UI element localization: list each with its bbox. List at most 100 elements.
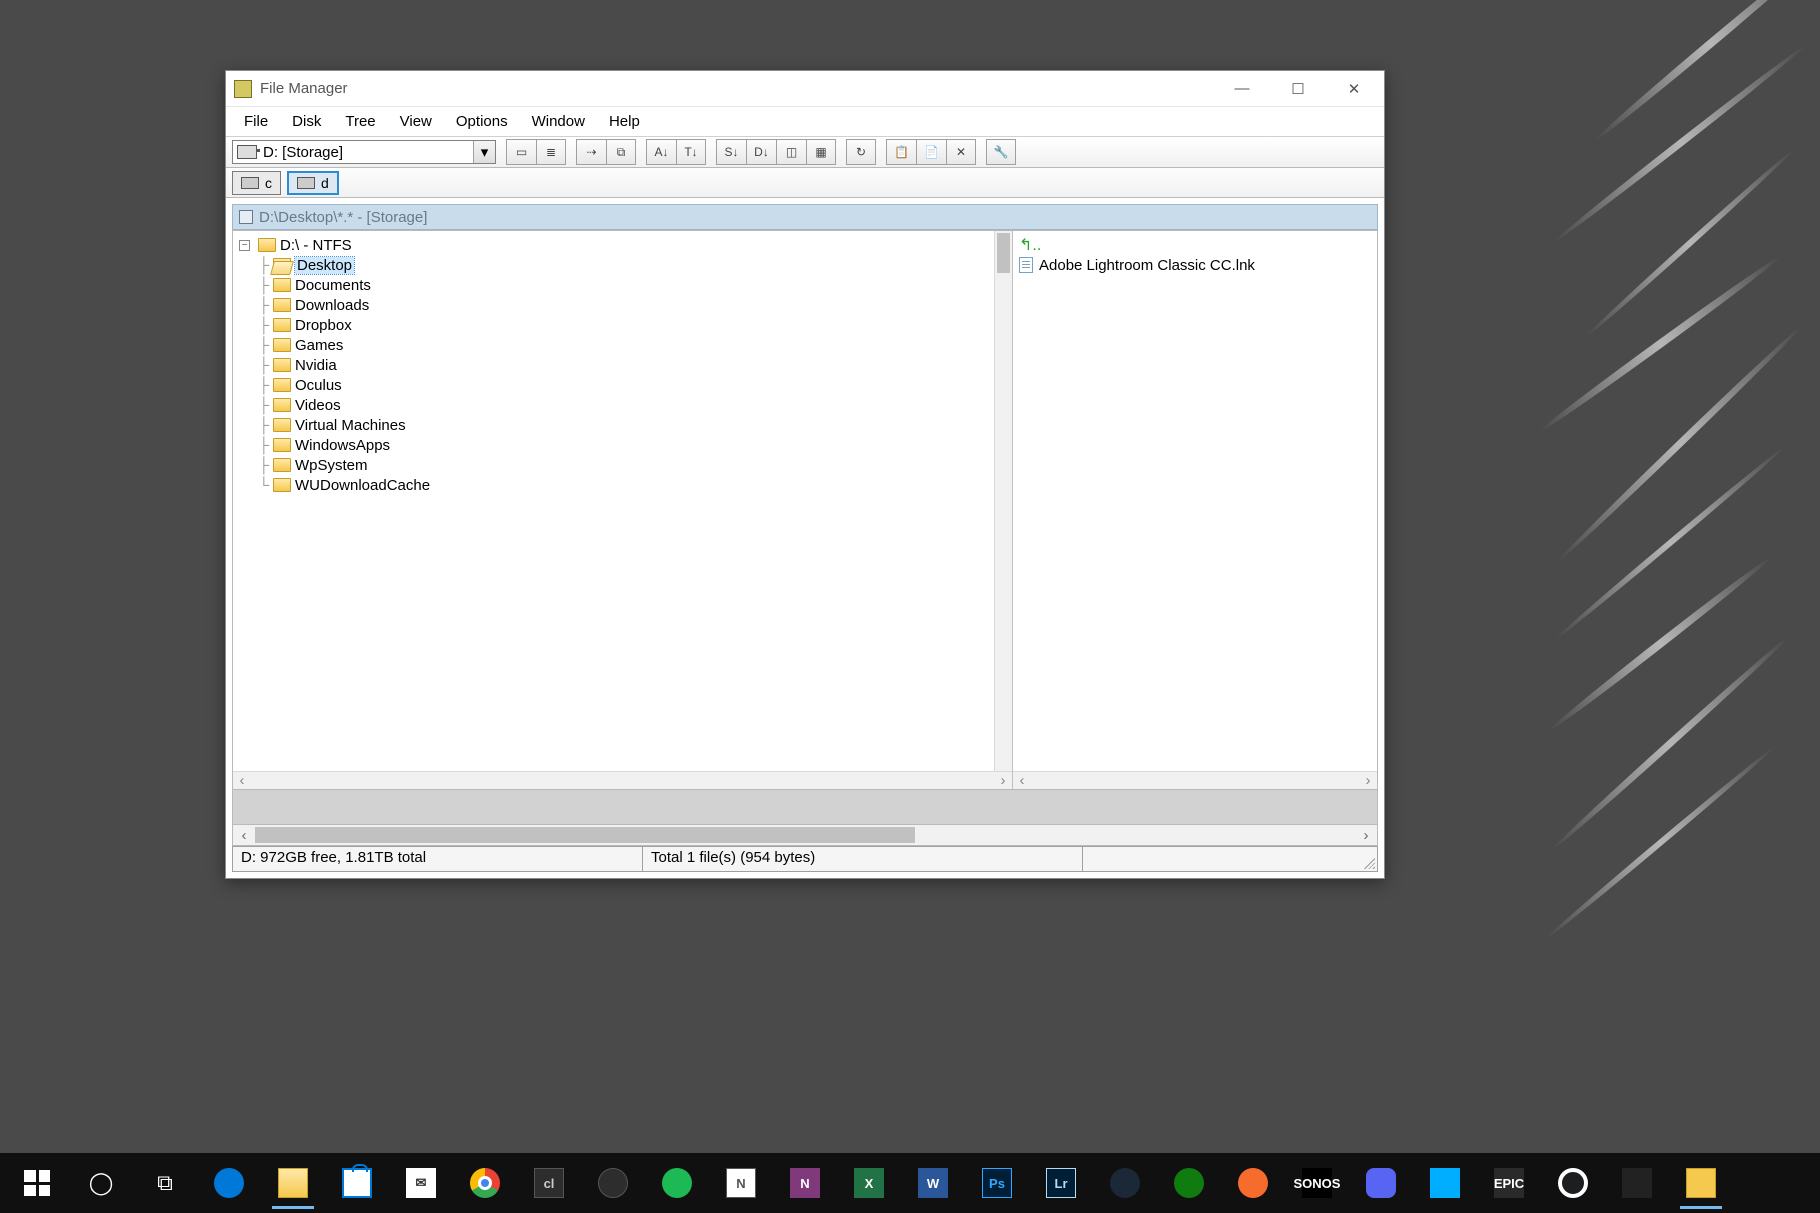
- taskbar-edge[interactable]: [198, 1155, 260, 1211]
- drive-icon: [237, 145, 257, 159]
- mdi-title-text: D:\Desktop\*.* - [Storage]: [259, 209, 427, 226]
- tree-scrollbar-vertical[interactable]: [994, 231, 1012, 771]
- collapse-icon[interactable]: −: [239, 240, 250, 251]
- tb-refresh[interactable]: ↻: [846, 139, 876, 165]
- taskbar-mail[interactable]: ✉: [390, 1155, 452, 1211]
- menu-view[interactable]: View: [390, 111, 442, 132]
- tb-details-view[interactable]: ≣: [536, 139, 566, 165]
- tree-item-oculus[interactable]: ├Oculus: [239, 375, 1008, 395]
- menu-disk[interactable]: Disk: [282, 111, 331, 132]
- tree-root[interactable]: − D:\ - NTFS: [239, 235, 1008, 255]
- tb-paste-clip[interactable]: 📄: [916, 139, 946, 165]
- tb-copy-clip[interactable]: 📋: [886, 139, 916, 165]
- folder-icon: [273, 438, 291, 452]
- main-scrollbar-horizontal[interactable]: ‹ ›: [232, 824, 1378, 846]
- tree-item-documents[interactable]: ├Documents: [239, 275, 1008, 295]
- file-up-directory[interactable]: ↰..: [1019, 235, 1371, 255]
- scroll-left-icon[interactable]: ‹: [233, 825, 255, 845]
- start-button[interactable]: [6, 1155, 68, 1211]
- taskbar-sonos[interactable]: SONOS: [1286, 1155, 1348, 1211]
- taskbar-onenote[interactable]: N: [774, 1155, 836, 1211]
- taskbar-origin[interactable]: [1222, 1155, 1284, 1211]
- taskbar-photoshop[interactable]: Ps: [966, 1155, 1028, 1211]
- file-scrollbar-horizontal[interactable]: ‹›: [1013, 771, 1377, 789]
- taskbar-steam[interactable]: [1094, 1155, 1156, 1211]
- tree-item-desktop[interactable]: ├ Desktop: [239, 255, 1008, 275]
- tb-copy[interactable]: ⧉: [606, 139, 636, 165]
- taskbar-epic[interactable]: EPIC: [1478, 1155, 1540, 1211]
- tree-item-wudownloadcache[interactable]: └WUDownloadCache: [239, 475, 1008, 495]
- taskbar-chrome[interactable]: [454, 1155, 516, 1211]
- taskbar-xbox[interactable]: [1158, 1155, 1220, 1211]
- tb-sort-name[interactable]: A↓: [646, 139, 676, 165]
- tree-item-wpsystem[interactable]: ├WpSystem: [239, 455, 1008, 475]
- tree-item-label: Nvidia: [295, 357, 337, 374]
- tree-scrollbar-horizontal[interactable]: ‹›: [233, 771, 1012, 789]
- minimize-button[interactable]: —: [1214, 71, 1270, 107]
- taskbar-word[interactable]: W: [902, 1155, 964, 1211]
- folder-icon: [258, 238, 276, 252]
- tree-item-windowsapps[interactable]: ├WindowsApps: [239, 435, 1008, 455]
- tb-delete[interactable]: ✕: [946, 139, 976, 165]
- tb-sort-type[interactable]: T↓: [676, 139, 706, 165]
- taskbar-oculus[interactable]: [1542, 1155, 1604, 1211]
- tree-item-games[interactable]: ├Games: [239, 335, 1008, 355]
- taskbar-n-app[interactable]: N: [710, 1155, 772, 1211]
- drive-icon: [297, 177, 315, 189]
- menu-window[interactable]: Window: [522, 111, 595, 132]
- menu-options[interactable]: Options: [446, 111, 518, 132]
- tree-item-nvidia[interactable]: ├Nvidia: [239, 355, 1008, 375]
- menu-help[interactable]: Help: [599, 111, 650, 132]
- cortana-button[interactable]: ◯: [70, 1155, 132, 1211]
- mdi-child-titlebar[interactable]: D:\Desktop\*.* - [Storage]: [232, 204, 1378, 230]
- tb-cascade[interactable]: ◫: [776, 139, 806, 165]
- task-view-button[interactable]: ⧉: [134, 1155, 196, 1211]
- folder-tree-pane[interactable]: − D:\ - NTFS ├ Desktop ├Documents ├Downl…: [233, 231, 1013, 789]
- resize-grip-icon[interactable]: [1361, 855, 1375, 869]
- file-item[interactable]: Adobe Lightroom Classic CC.lnk: [1019, 255, 1371, 275]
- maximize-button[interactable]: ☐: [1270, 71, 1326, 107]
- folder-open-icon: [273, 258, 291, 272]
- windows-taskbar: ◯ ⧉ ✉ cl N N X W Ps Lr SONOS EPIC: [0, 1153, 1820, 1213]
- folder-icon: [273, 278, 291, 292]
- tree-item-videos[interactable]: ├Videos: [239, 395, 1008, 415]
- close-button[interactable]: ✕: [1326, 71, 1382, 107]
- drive-tab-c[interactable]: c: [232, 171, 281, 195]
- titlebar[interactable]: File Manager — ☐ ✕: [226, 71, 1384, 107]
- status-empty: [1083, 847, 1377, 871]
- tb-properties[interactable]: 🔧: [986, 139, 1016, 165]
- tb-tile[interactable]: ▦: [806, 139, 836, 165]
- tb-sort-size[interactable]: S↓: [716, 139, 746, 165]
- taskbar-lightroom[interactable]: Lr: [1030, 1155, 1092, 1211]
- tb-new-window[interactable]: ▭: [506, 139, 536, 165]
- tree-item-label: Games: [295, 337, 343, 354]
- tree-item-dropbox[interactable]: ├Dropbox: [239, 315, 1008, 335]
- statusbar: D: 972GB free, 1.81TB total Total 1 file…: [232, 846, 1378, 872]
- taskbar-discord[interactable]: [1350, 1155, 1412, 1211]
- taskbar-file-manager[interactable]: [1670, 1155, 1732, 1211]
- taskbar-unity[interactable]: [1606, 1155, 1668, 1211]
- taskbar-excel[interactable]: X: [838, 1155, 900, 1211]
- taskbar-explorer[interactable]: [262, 1155, 324, 1211]
- taskbar-store[interactable]: [326, 1155, 388, 1211]
- drive-tab-d[interactable]: d: [287, 171, 339, 195]
- tree-item-virtual-machines[interactable]: ├Virtual Machines: [239, 415, 1008, 435]
- folder-icon: [273, 418, 291, 432]
- taskbar-spotify[interactable]: [646, 1155, 708, 1211]
- menu-file[interactable]: File: [234, 111, 278, 132]
- menu-tree[interactable]: Tree: [335, 111, 385, 132]
- tb-move[interactable]: ⇢: [576, 139, 606, 165]
- dropdown-arrow-icon[interactable]: ▾: [473, 141, 495, 163]
- tb-sort-date[interactable]: D↓: [746, 139, 776, 165]
- file-list-pane[interactable]: ↰.. Adobe Lightroom Classic CC.lnk ‹›: [1013, 231, 1377, 789]
- drive-selector[interactable]: D: [Storage] ▾: [232, 140, 496, 164]
- taskbar-app-gray[interactable]: [582, 1155, 644, 1211]
- status-disk-space: D: 972GB free, 1.81TB total: [233, 847, 643, 871]
- drive-tab-bar: c d: [226, 168, 1384, 198]
- menubar: File Disk Tree View Options Window Help: [226, 107, 1384, 137]
- taskbar-cmd[interactable]: cl: [518, 1155, 580, 1211]
- scroll-right-icon[interactable]: ›: [1355, 825, 1377, 845]
- tree-item-downloads[interactable]: ├Downloads: [239, 295, 1008, 315]
- taskbar-battlenet[interactable]: [1414, 1155, 1476, 1211]
- tree-item-label: Videos: [295, 397, 341, 414]
